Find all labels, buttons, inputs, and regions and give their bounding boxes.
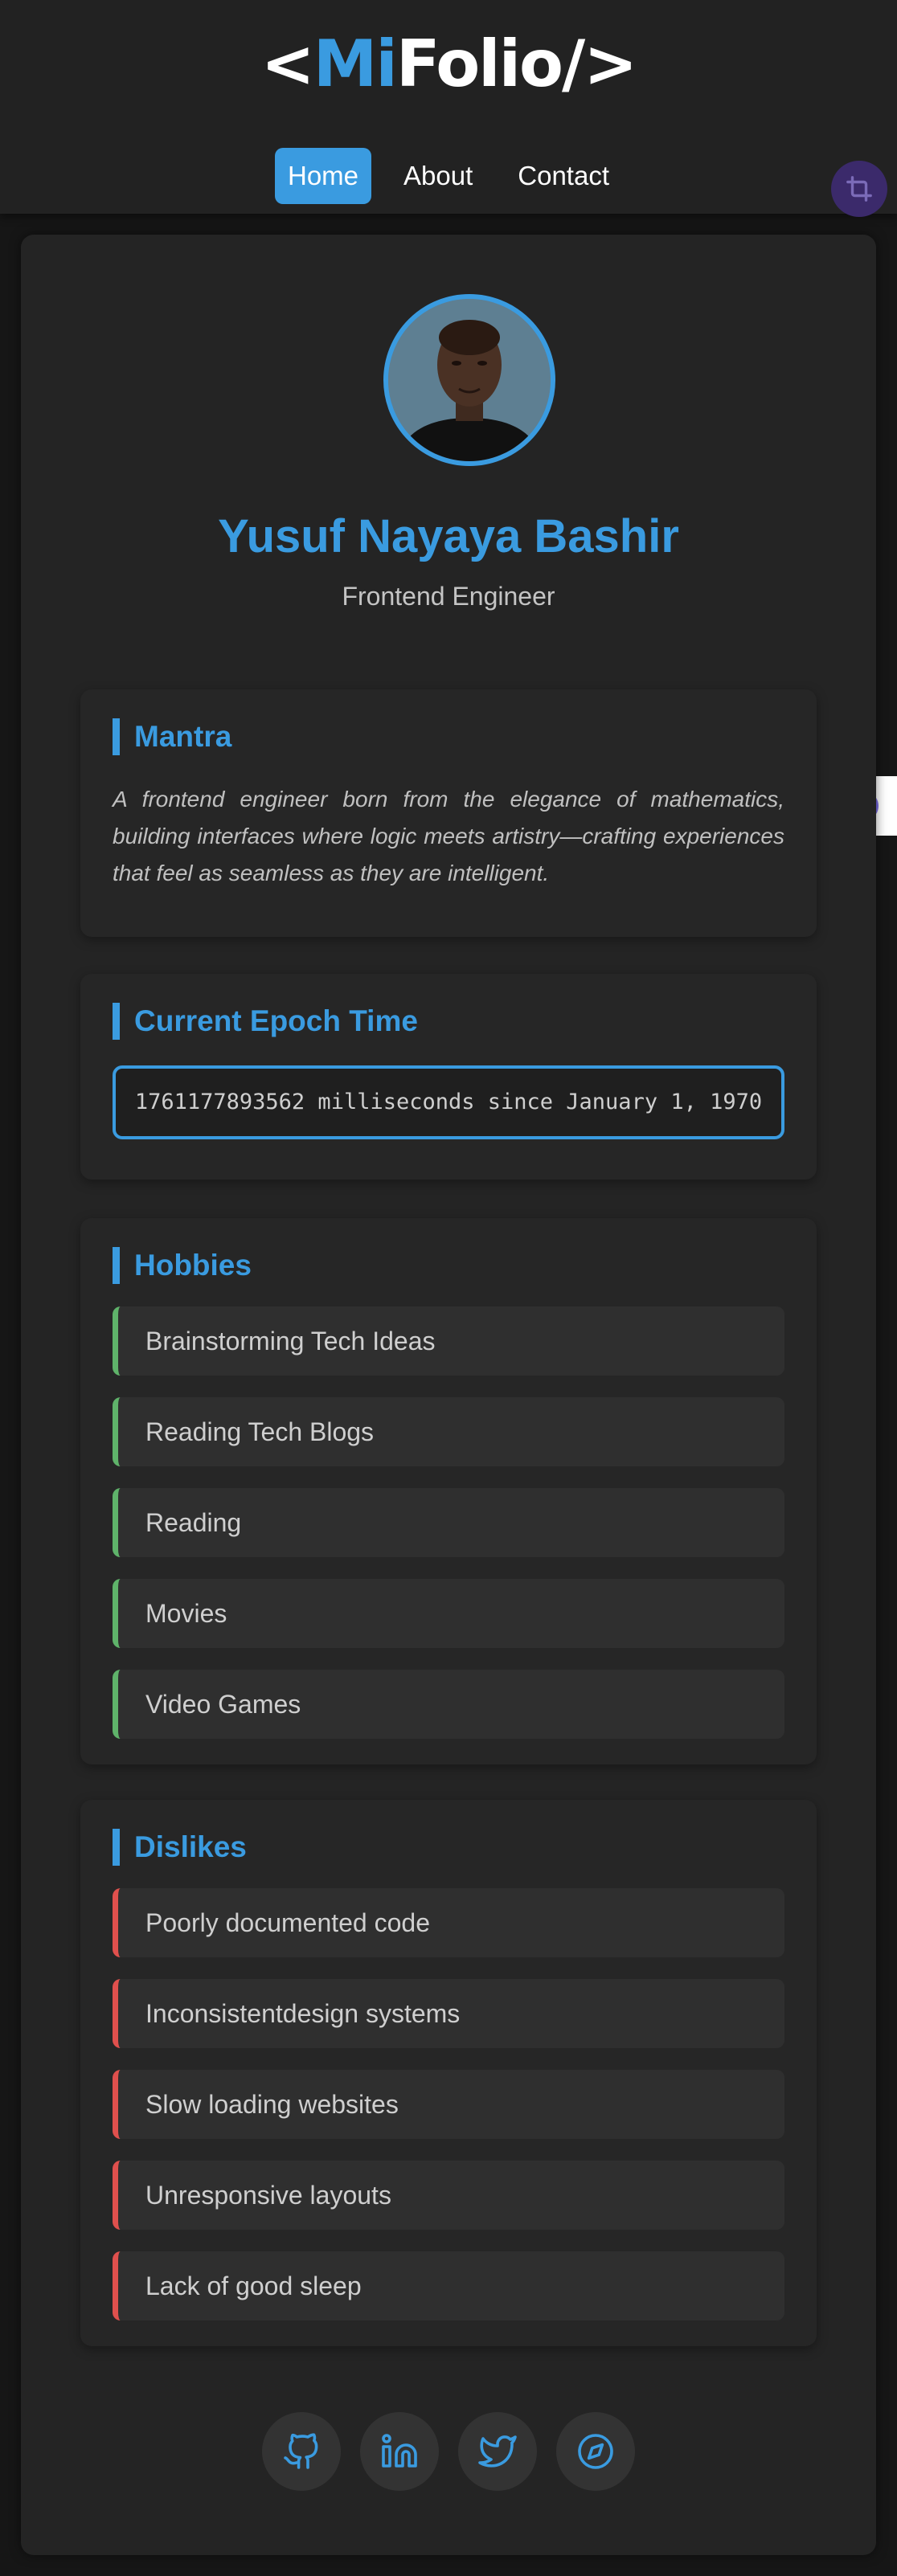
hobbies-section: Hobbies Brainstorming Tech Ideas Reading… bbox=[80, 1218, 817, 1764]
profile-name: Yusuf Nayaya Bashir bbox=[218, 510, 679, 562]
twitter-icon bbox=[478, 2435, 517, 2468]
dislikes-list: Poorly documented code Inconsistentdesig… bbox=[113, 1888, 784, 2342]
list-item: Brainstorming Tech Ideas bbox=[113, 1306, 784, 1376]
mantra-section: Mantra A frontend engineer born from the… bbox=[80, 689, 817, 937]
nav-about[interactable]: About bbox=[391, 148, 485, 204]
github-link[interactable] bbox=[262, 2412, 341, 2491]
hobbies-title: Hobbies bbox=[113, 1247, 252, 1284]
social-links bbox=[21, 2412, 876, 2491]
list-item: Slow loading websites bbox=[113, 2070, 784, 2139]
site-logo[interactable]: <MiFolio/> bbox=[0, 24, 897, 104]
dislikes-section: Dislikes Poorly documented code Inconsis… bbox=[80, 1800, 817, 2346]
mantra-title: Mantra bbox=[113, 718, 231, 755]
list-item: Movies bbox=[113, 1579, 784, 1648]
crop-icon bbox=[846, 176, 872, 202]
hobbies-list: Brainstorming Tech Ideas Reading Tech Bl… bbox=[113, 1306, 784, 1760]
main-nav: Home About Contact bbox=[0, 148, 897, 204]
epoch-section: Current Epoch Time 1761177893562 millise… bbox=[80, 974, 817, 1180]
dislikes-title: Dislikes bbox=[113, 1829, 247, 1866]
list-item: Unresponsive layouts bbox=[113, 2161, 784, 2230]
crop-tool-button[interactable] bbox=[831, 161, 887, 217]
nav-contact[interactable]: Contact bbox=[505, 148, 622, 204]
list-item: Poorly documented code bbox=[113, 1888, 784, 1957]
list-item: Inconsistentdesign systems bbox=[113, 1979, 784, 2048]
website-link[interactable] bbox=[556, 2412, 635, 2491]
github-icon bbox=[284, 2433, 318, 2469]
list-item: Reading bbox=[113, 1488, 784, 1557]
profile-card: Yusuf Nayaya Bashir Frontend Engineer Ma… bbox=[21, 235, 876, 2555]
profile-role: Frontend Engineer bbox=[342, 582, 555, 611]
list-item: Video Games bbox=[113, 1670, 784, 1739]
nav-home[interactable]: Home bbox=[274, 148, 372, 204]
mantra-text: A frontend engineer born from the elegan… bbox=[113, 787, 784, 885]
epoch-time-display: 1761177893562 milliseconds since January… bbox=[113, 1065, 784, 1139]
linkedin-link[interactable] bbox=[360, 2412, 439, 2491]
avatar bbox=[383, 294, 555, 466]
list-item: Reading Tech Blogs bbox=[113, 1397, 784, 1466]
linkedin-icon bbox=[382, 2434, 417, 2468]
compass-icon bbox=[578, 2434, 613, 2469]
epoch-title: Current Epoch Time bbox=[113, 1003, 418, 1040]
list-item: Lack of good sleep bbox=[113, 2251, 784, 2320]
site-header: <MiFolio/> Home About Contact bbox=[0, 0, 897, 214]
twitter-link[interactable] bbox=[458, 2412, 537, 2491]
